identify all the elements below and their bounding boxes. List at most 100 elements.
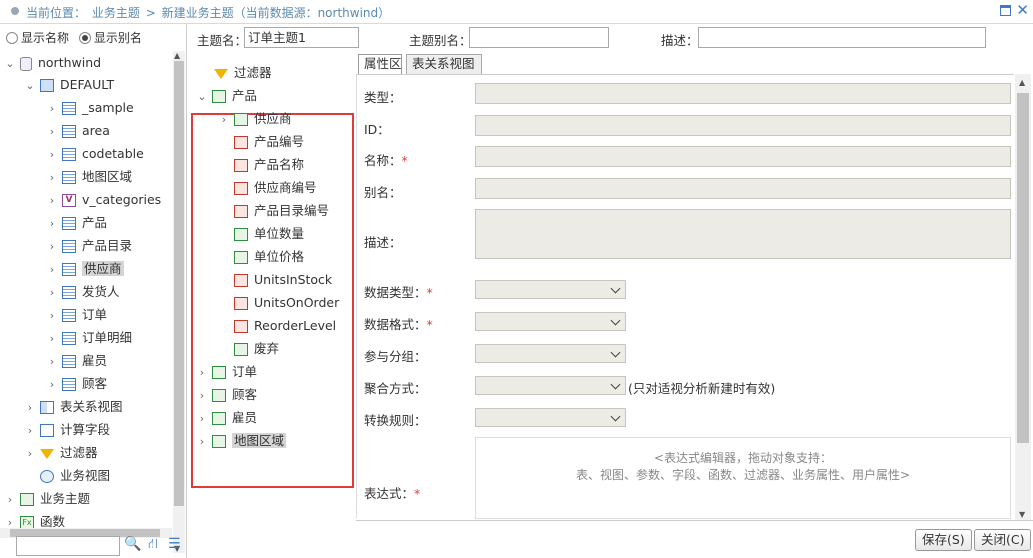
expression-editor[interactable]: <表达式编辑器，拖动对象支持： 表、视图、参数、字段、函数、过滤器、业务属性、用…	[475, 437, 1011, 519]
tree-node-table[interactable]: › 订单明细	[46, 327, 132, 349]
tree-node-calc-field[interactable]: › 计算字段	[24, 419, 110, 441]
chevron-down-icon[interactable]: ⌄	[24, 75, 36, 97]
chevron-down-icon[interactable]: ⌄	[4, 53, 16, 75]
topic-node-filter[interactable]: 过滤器	[214, 62, 272, 84]
chevron-right-icon[interactable]: ›	[4, 489, 16, 511]
topic-alias-input[interactable]	[469, 27, 609, 48]
topic-node-field[interactable]: 产品编号	[234, 131, 304, 153]
left-vertical-scrollbar[interactable]: ▲ ▼	[173, 51, 185, 553]
save-button[interactable]: 保存(S)	[915, 529, 972, 551]
tree-node-table[interactable]: › codetable	[46, 143, 144, 165]
search-icon[interactable]: 🔍	[124, 536, 141, 552]
agg-select[interactable]	[475, 376, 626, 395]
topic-node-field[interactable]: UnitsOnOrder	[234, 292, 339, 314]
topic-node-customer[interactable]: › 顾客	[196, 384, 257, 406]
scroll-up-icon[interactable]: ▲	[174, 51, 180, 60]
chevron-right-icon[interactable]: ›	[46, 351, 58, 373]
name-field[interactable]	[475, 146, 1011, 167]
tree-node-table[interactable]: › _sample	[46, 97, 134, 119]
chevron-right-icon[interactable]: ›	[46, 328, 58, 350]
breadcrumb-level1[interactable]: 业务主题	[92, 6, 140, 20]
topic-node-field[interactable]: 单位数量	[234, 223, 304, 245]
convert-select[interactable]	[475, 408, 626, 427]
topic-node-field[interactable]: UnitsInStock	[234, 269, 332, 291]
chevron-right-icon[interactable]: ›	[46, 305, 58, 327]
breadcrumb-prefix: 当前位置：	[26, 6, 87, 20]
chevron-right-icon[interactable]: ›	[46, 282, 58, 304]
tree-node-table[interactable]: › 产品目录	[46, 235, 132, 257]
radio-show-name-label[interactable]: 显示名称	[21, 31, 69, 45]
tree-label: 业务视图	[59, 468, 110, 483]
topic-name-input[interactable]: 订单主题1	[244, 27, 359, 48]
tree-node-schema[interactable]: ⌄ DEFAULT	[24, 74, 114, 96]
topic-node-order[interactable]: › 订单	[196, 361, 257, 383]
topic-node-field[interactable]: 供应商编号	[234, 177, 317, 199]
radio-show-alias[interactable]	[78, 31, 91, 44]
chevron-right-icon[interactable]: ›	[46, 190, 58, 212]
chevron-right-icon[interactable]: ›	[46, 167, 58, 189]
radio-show-alias-label[interactable]: 显示别名	[94, 31, 142, 45]
topic-node-child[interactable]: › 供应商	[218, 108, 292, 130]
chevron-right-icon[interactable]: ›	[46, 374, 58, 396]
desc-field[interactable]	[475, 209, 1011, 259]
close-icon[interactable]: ✕	[1016, 1, 1029, 19]
scroll-up-icon[interactable]: ▲	[1019, 78, 1025, 87]
chevron-right-icon[interactable]: ›	[196, 362, 208, 384]
topic-node-employee[interactable]: › 雇员	[196, 407, 257, 429]
topic-node-product[interactable]: ⌄ 产品	[196, 85, 257, 107]
chevron-right-icon[interactable]: ›	[46, 259, 58, 281]
tab-properties[interactable]: 属性区	[358, 54, 402, 74]
chevron-right-icon[interactable]: ›	[196, 385, 208, 407]
field-icon	[234, 159, 248, 172]
tree-search-input[interactable]	[16, 536, 120, 556]
tree-node-filter[interactable]: › 过滤器	[24, 442, 98, 464]
chevron-right-icon[interactable]: ›	[196, 408, 208, 430]
chevron-right-icon[interactable]: ›	[46, 213, 58, 235]
tree-node-view[interactable]: › Vv_categories	[46, 189, 161, 211]
tree-node-table[interactable]: › 发货人	[46, 281, 120, 303]
data-type-select[interactable]	[475, 280, 626, 299]
tree-node-table[interactable]: › 地图区域	[46, 166, 132, 188]
chevron-right-icon[interactable]: ›	[46, 98, 58, 120]
topic-node-field[interactable]: 产品名称	[234, 154, 304, 176]
group-select[interactable]	[475, 344, 626, 363]
topic-node-map-area-selected[interactable]: › 地图区域	[196, 430, 286, 452]
scroll-down-icon[interactable]: ▼	[1019, 510, 1025, 519]
chevron-down-icon[interactable]: ⌄	[196, 86, 208, 108]
alias-field[interactable]	[475, 178, 1011, 199]
topic-node-field[interactable]: 产品目录编号	[234, 200, 329, 222]
topic-node-field[interactable]: ReorderLevel	[234, 315, 336, 337]
topic-desc-input[interactable]	[698, 27, 986, 48]
tree-node-table-selected[interactable]: › 供应商	[46, 258, 124, 280]
maximize-icon[interactable]	[1000, 5, 1011, 16]
radio-show-name[interactable]	[6, 31, 18, 44]
properties-scrollbar[interactable]: ▲ ▼	[1015, 74, 1031, 520]
chevron-right-icon[interactable]: ›	[46, 144, 58, 166]
list-icon[interactable]: ☰	[168, 536, 181, 552]
chevron-right-icon[interactable]: ›	[24, 443, 36, 465]
scrollbar-thumb[interactable]	[174, 61, 184, 506]
topic-node-field[interactable]: 单位价格	[234, 246, 304, 268]
tree-node-relation-view[interactable]: › 表关系视图	[24, 396, 123, 418]
table-icon	[61, 355, 76, 368]
tree-node-datasource[interactable]: ⌄ northwind	[4, 52, 101, 74]
scrollbar-thumb[interactable]	[1017, 93, 1029, 443]
chevron-right-icon[interactable]: ›	[24, 420, 36, 442]
topic-node-field[interactable]: 废弃	[234, 338, 279, 360]
tree-node-table[interactable]: › 雇员	[46, 350, 107, 372]
close-button[interactable]: 关闭(C)	[974, 529, 1032, 551]
chevron-right-icon[interactable]: ›	[46, 236, 58, 258]
tree-node-business-view[interactable]: 业务视图	[24, 465, 110, 487]
tree-node-table[interactable]: › area	[46, 120, 110, 142]
chevron-right-icon[interactable]: ›	[218, 109, 230, 131]
tree-node-table[interactable]: › 产品	[46, 212, 107, 234]
tab-relation-view[interactable]: 表关系视图	[406, 54, 482, 74]
tree-node-business-topic[interactable]: › 业务主题	[4, 488, 90, 510]
chevron-right-icon[interactable]: ›	[24, 397, 36, 419]
tree-structure-icon[interactable]: ⛙	[148, 536, 158, 554]
data-format-select[interactable]	[475, 312, 626, 331]
chevron-right-icon[interactable]: ›	[196, 431, 208, 453]
tree-node-table[interactable]: › 顾客	[46, 373, 107, 395]
chevron-right-icon[interactable]: ›	[46, 121, 58, 143]
tree-node-table[interactable]: › 订单	[46, 304, 107, 326]
